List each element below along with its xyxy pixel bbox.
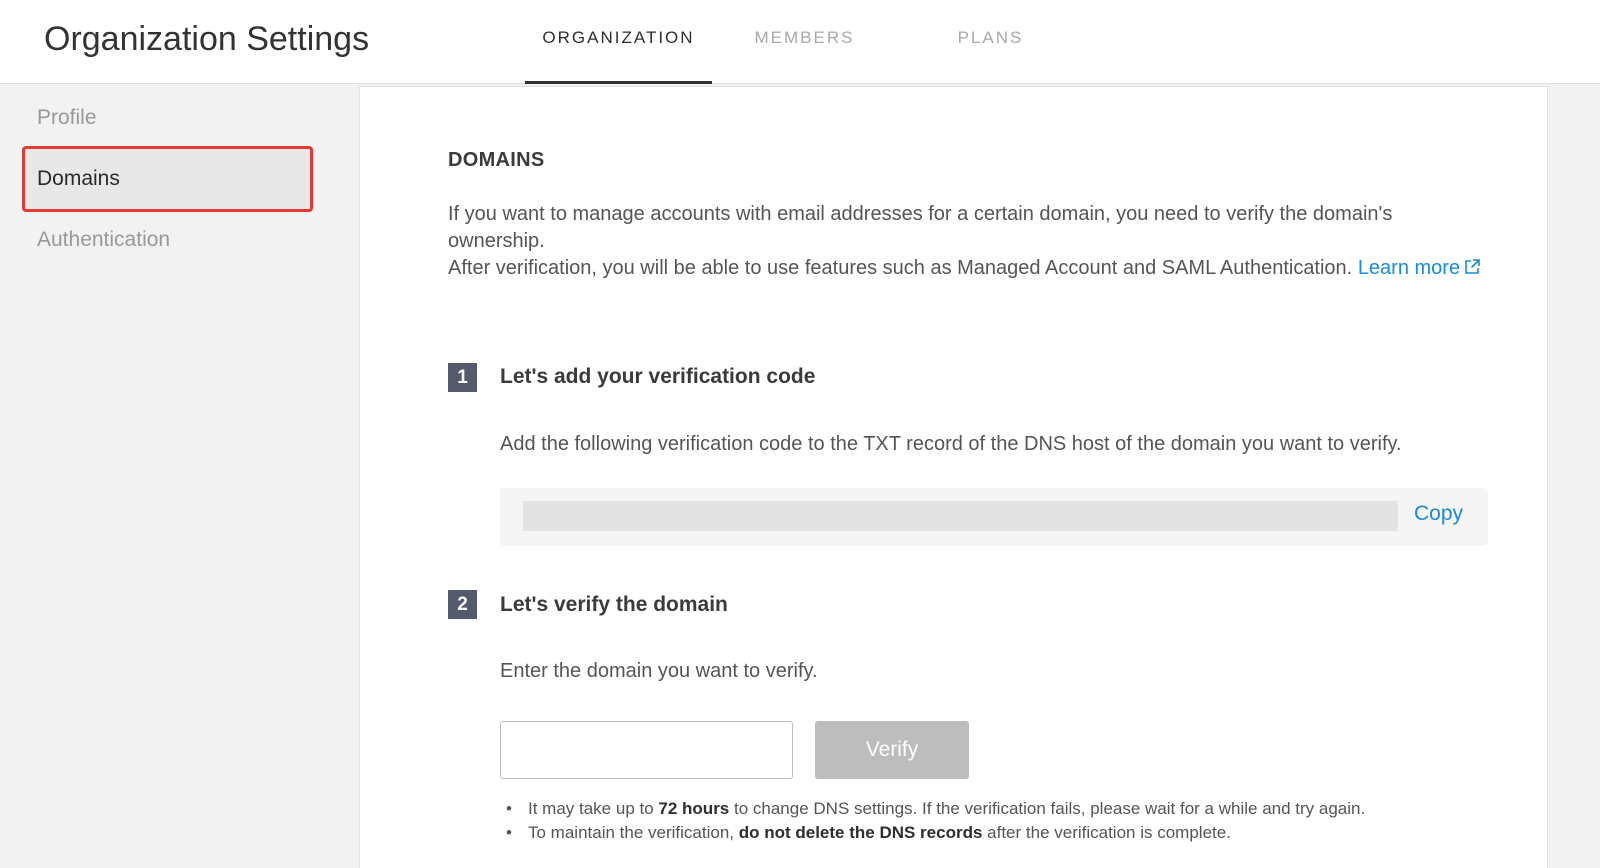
section-title: DOMAINS: [448, 149, 545, 171]
sidebar-item-authentication[interactable]: Authentication: [22, 207, 313, 273]
step-1-badge: 1: [448, 363, 477, 392]
note-2-bold: do not delete the DNS records: [738, 823, 983, 842]
note-1-text-end: to change DNS settings. If the verificat…: [729, 799, 1366, 818]
note-item: It may take up to 72 hours to change DNS…: [500, 797, 1490, 821]
note-item: To maintain the verification, do not del…: [500, 821, 1490, 845]
verification-code-field[interactable]: [523, 501, 1398, 531]
step-1-title: Let's add your verification code: [500, 365, 816, 388]
top-bar: Organization Settings ORGANIZATION MEMBE…: [0, 0, 1600, 84]
sidebar-item-domains[interactable]: Domains: [22, 146, 313, 212]
note-2-text-start: To maintain the verification,: [528, 823, 739, 842]
description-line-2: After verification, you will be able to …: [448, 255, 1488, 282]
tab-members[interactable]: MEMBERS: [711, 28, 898, 48]
note-1-text-start: It may take up to: [528, 799, 659, 818]
copy-button[interactable]: Copy: [1414, 502, 1463, 526]
tab-plans[interactable]: PLANS: [897, 28, 1084, 48]
external-link-icon: [1465, 259, 1480, 274]
verification-notes: It may take up to 72 hours to change DNS…: [500, 797, 1490, 845]
learn-more-text[interactable]: Learn more: [1358, 257, 1460, 279]
note-1-bold: 72 hours: [658, 799, 730, 818]
step-2-title: Let's verify the domain: [500, 593, 728, 616]
learn-more-link[interactable]: Learn more: [1358, 257, 1481, 279]
tab-organization[interactable]: ORGANIZATION: [525, 28, 712, 48]
sidebar-item-profile[interactable]: Profile: [22, 85, 313, 151]
step-1-description: Add the following verification code to t…: [500, 433, 1402, 455]
step-2-description: Enter the domain you want to verify.: [500, 660, 818, 682]
sidebar: Profile Domains Authentication: [0, 85, 358, 868]
domain-input[interactable]: [500, 721, 793, 779]
domains-description: If you want to manage accounts with emai…: [448, 201, 1488, 282]
active-tab-indicator: [525, 81, 712, 84]
page-title: Organization Settings: [44, 20, 370, 58]
domains-panel: DOMAINS If you want to manage accounts w…: [359, 86, 1548, 868]
step-2-badge: 2: [448, 590, 477, 619]
description-line-1: If you want to manage accounts with emai…: [448, 203, 1393, 252]
description-line-2-text: After verification, you will be able to …: [448, 257, 1353, 279]
verify-button[interactable]: Verify: [815, 721, 969, 779]
verification-code-box: Copy: [500, 488, 1488, 546]
note-2-text-end: after the verification is complete.: [982, 823, 1231, 842]
